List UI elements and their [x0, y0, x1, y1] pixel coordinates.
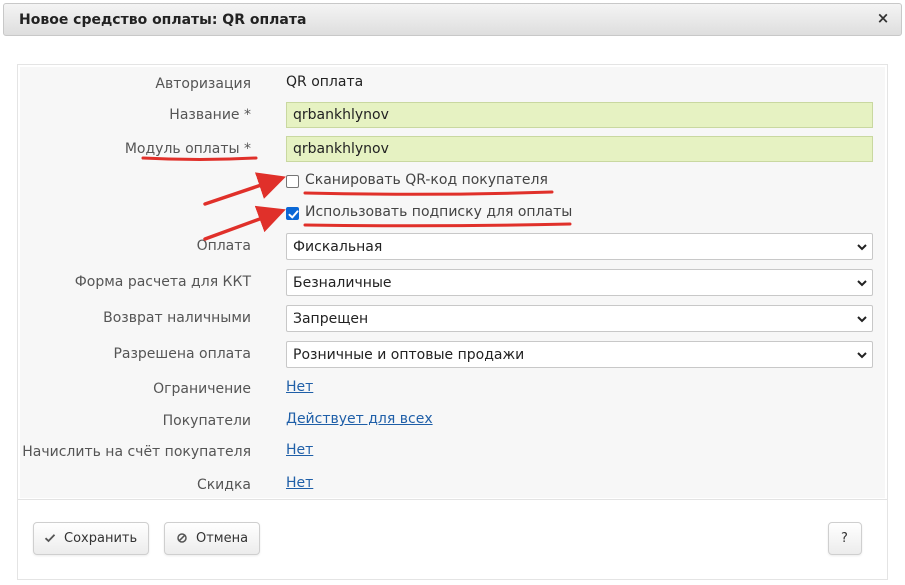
check-icon: [288, 210, 299, 219]
credit-link[interactable]: Нет: [286, 442, 313, 458]
help-button-label: ?: [841, 531, 848, 546]
kkt-select[interactable]: Безналичные: [286, 269, 873, 296]
allowed-select[interactable]: Розничные и оптовые продажи: [286, 341, 873, 368]
auth-label: Авторизация: [155, 76, 251, 92]
auth-value: QR оплата: [286, 74, 364, 90]
module-input[interactable]: [286, 136, 873, 162]
allowed-label: Разрешена оплата: [113, 346, 251, 362]
scan-qr-checkbox[interactable]: [286, 175, 299, 188]
scan-qr-label: Сканировать QR-код покупателя: [305, 172, 548, 188]
form-area: Авторизация QR оплата Название * Модуль …: [20, 67, 885, 498]
module-label: Модуль оплаты *: [124, 141, 251, 157]
save-button-label: Сохранить: [64, 531, 138, 546]
chevron-down-icon: [857, 352, 867, 359]
cancel-button[interactable]: Отмена: [164, 522, 260, 555]
kkt-selected: Безналичные: [293, 275, 392, 291]
cancel-icon: [177, 533, 187, 543]
discount-link[interactable]: Нет: [286, 475, 313, 491]
name-input[interactable]: [286, 102, 873, 128]
restriction-label: Ограничение: [153, 381, 251, 397]
check-icon: [44, 534, 56, 543]
subscription-label: Использовать подписку для оплаты: [305, 204, 573, 220]
dialog-titlebar: Новое средство оплаты: QR оплата ×: [3, 3, 902, 36]
buyers-link[interactable]: Действует для всех: [286, 411, 433, 427]
cash-return-selected: Запрещен: [293, 311, 369, 327]
name-label: Название *: [169, 107, 251, 123]
scan-qr-option[interactable]: Сканировать QR-код покупателя: [286, 172, 586, 190]
credit-label: Начислить на счёт покупателя: [22, 444, 251, 460]
buyers-label: Покупатели: [162, 413, 251, 429]
discount-label: Скидка: [196, 477, 251, 493]
close-icon[interactable]: ×: [875, 10, 891, 26]
allowed-selected: Розничные и оптовые продажи: [293, 347, 525, 363]
cancel-button-label: Отмена: [196, 531, 249, 546]
payment-label: Оплата: [196, 238, 251, 254]
dialog-footer: Сохранить Отмена ?: [18, 499, 887, 579]
form-panel: Авторизация QR оплата Название * Модуль …: [17, 64, 888, 580]
help-button[interactable]: ?: [828, 522, 862, 555]
cash-return-label: Возврат наличными: [103, 310, 251, 326]
save-button[interactable]: Сохранить: [33, 522, 149, 555]
cash-return-select[interactable]: Запрещен: [286, 305, 873, 332]
dialog-title: Новое средство оплаты: QR оплата: [19, 12, 307, 28]
chevron-down-icon: [857, 316, 867, 323]
payment-select[interactable]: Фискальная: [286, 233, 873, 260]
chevron-down-icon: [857, 280, 867, 287]
restriction-link[interactable]: Нет: [286, 379, 313, 395]
subscription-option[interactable]: Использовать подписку для оплаты: [286, 204, 586, 222]
kkt-label: Форма расчета для ККТ: [74, 274, 251, 290]
chevron-down-icon: [857, 244, 867, 251]
payment-selected: Фискальная: [293, 239, 383, 255]
subscription-checkbox[interactable]: [286, 207, 299, 220]
